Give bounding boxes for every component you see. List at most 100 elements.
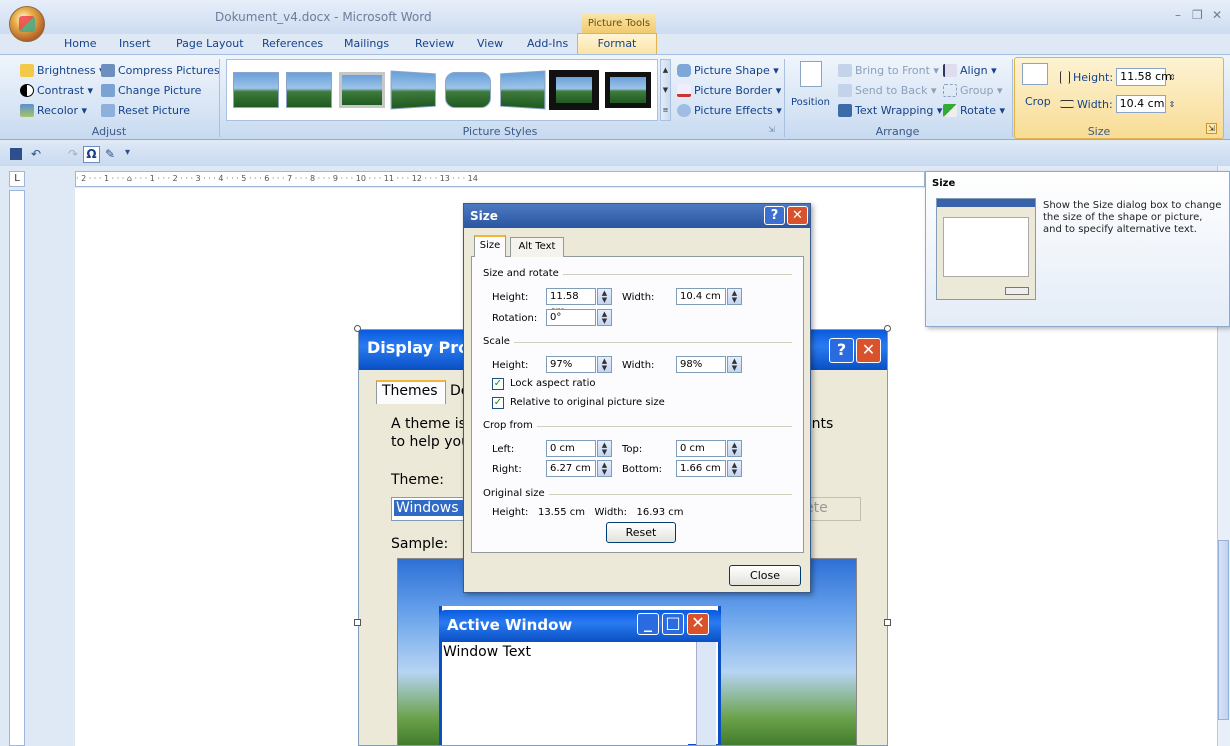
scale-width-label: Width:	[622, 360, 655, 371]
reset-picture-button[interactable]: Reset Picture	[101, 104, 190, 117]
picture-effects-button[interactable]: Picture Effects ▾	[677, 104, 782, 117]
picture-border-button[interactable]: Picture Border ▾	[677, 84, 781, 97]
crop-bottom-input[interactable]: 1.66 cm	[676, 460, 726, 477]
restore-button[interactable]: ❐	[1192, 8, 1203, 22]
height-input[interactable]: 11.58 cm	[546, 288, 596, 317]
crop-left-spin-icon[interactable]: ▲ ▼	[597, 440, 612, 457]
picture-style-1[interactable]	[233, 72, 279, 108]
relative-size-checkbox[interactable]: ✓	[492, 397, 504, 409]
resize-handle-tl[interactable]	[354, 325, 361, 332]
picture-active-window-titlebar: Active Window _ □ ✕	[439, 610, 721, 642]
tab-view[interactable]: View	[477, 37, 503, 50]
bring-to-front-button[interactable]: Bring to Front ▾	[838, 64, 939, 77]
rotate-button[interactable]: Rotate ▾	[943, 104, 1005, 117]
shape-width-input[interactable]: 10.4 cm	[1115, 95, 1166, 113]
picture-close-icon: ✕	[856, 338, 881, 363]
scale-width-input[interactable]: 98%	[676, 356, 726, 373]
redo-icon[interactable]: ↷	[68, 147, 78, 161]
symbol-omega-icon[interactable]: Ω	[83, 146, 100, 163]
tab-review[interactable]: Review	[415, 37, 454, 50]
width-spinner-icon[interactable]: ⇕	[1169, 100, 1176, 109]
reset-button[interactable]: Reset	[606, 522, 676, 543]
tab-page-layout[interactable]: Page Layout	[176, 37, 244, 50]
height-spin-icon[interactable]: ▲ ▼	[597, 288, 612, 305]
text-wrapping-button[interactable]: Text Wrapping ▾	[838, 104, 942, 117]
save-icon[interactable]	[10, 148, 22, 160]
crop-top-input[interactable]: 0 cm	[676, 440, 726, 457]
change-picture-icon	[101, 84, 115, 97]
tab-add-ins[interactable]: Add-Ins	[527, 37, 568, 50]
undo-icon[interactable]: ↶	[31, 147, 41, 161]
picture-style-3[interactable]	[339, 72, 385, 108]
picture-style-4[interactable]	[390, 70, 436, 110]
dialog-close-x-button[interactable]: ✕	[787, 206, 808, 225]
crop-right-label: Right:	[492, 464, 522, 475]
position-button[interactable]: Position	[791, 97, 830, 108]
vertical-ruler[interactable]	[9, 190, 25, 746]
scale-height-spin-icon[interactable]: ▲ ▼	[597, 356, 612, 373]
lock-aspect-checkbox[interactable]: ✓	[492, 378, 504, 390]
picture-shape-button[interactable]: Picture Shape ▾	[677, 64, 779, 77]
crop-right-input[interactable]: 6.27 cm	[546, 460, 596, 477]
align-button[interactable]: Align ▾	[943, 64, 997, 77]
tab-size[interactable]: Size	[474, 235, 506, 257]
shape-height-input[interactable]: 11.58 cm	[1116, 68, 1172, 86]
shape-width-control: Width: 10.4 cm ⇕	[1060, 95, 1175, 113]
group-line	[548, 494, 792, 495]
scale-height-input[interactable]: 97%	[546, 356, 596, 373]
height-spinner-icon[interactable]: ⇕	[1169, 73, 1176, 82]
brightness-button[interactable]: Brightness ▾	[20, 64, 105, 77]
horizontal-ruler[interactable]: · 2 · · · 1 · · · ⌂ · · · 1 · · · 2 · · …	[75, 171, 925, 187]
gallery-scroll[interactable]: ▲ ▼ ≡	[660, 59, 671, 121]
tab-home[interactable]: Home	[64, 37, 96, 50]
format-painter-icon[interactable]: ✎	[105, 147, 115, 161]
close-button[interactable]: Close	[729, 565, 801, 586]
crop-top-spin-icon[interactable]: ▲ ▼	[727, 440, 742, 457]
crop-button[interactable]: Crop	[1025, 95, 1051, 108]
crop-right-spin-icon[interactable]: ▲ ▼	[597, 460, 612, 477]
rotation-input[interactable]: 0°	[546, 309, 596, 326]
crop-bottom-spin-icon[interactable]: ▲ ▼	[727, 460, 742, 477]
contrast-button[interactable]: Contrast ▾	[20, 84, 93, 97]
relative-size-label: Relative to original picture size	[510, 397, 665, 408]
picture-style-2[interactable]	[286, 72, 332, 108]
picture-style-7[interactable]	[549, 70, 599, 110]
help-button[interactable]: ?	[764, 206, 785, 225]
width-input[interactable]: 10.4 cm	[676, 288, 726, 305]
customize-qat-icon[interactable]: ▾	[125, 147, 130, 158]
recolor-button[interactable]: Recolor ▾	[20, 104, 87, 117]
picture-style-6[interactable]	[500, 70, 546, 110]
tab-insert[interactable]: Insert	[119, 37, 151, 50]
office-button[interactable]	[9, 6, 45, 42]
width-icon	[1060, 100, 1074, 108]
tab-selector[interactable]: L	[9, 171, 25, 187]
rotation-spin-icon[interactable]: ▲ ▼	[597, 309, 612, 326]
scale-width-spin-icon[interactable]: ▲ ▼	[727, 356, 742, 373]
scrollbar-thumb[interactable]	[1218, 540, 1229, 720]
crop-icon	[1022, 63, 1048, 85]
group-button[interactable]: Group ▾	[943, 84, 1003, 97]
compress-pictures-button[interactable]: Compress Pictures	[101, 64, 220, 77]
document-title: Dokument_v4.docx - Microsoft Word	[215, 10, 432, 24]
send-to-back-button[interactable]: Send to Back ▾	[838, 84, 936, 97]
resize-handle-ml[interactable]	[354, 619, 361, 626]
resize-handle-mr[interactable]	[884, 619, 891, 626]
picture-style-8[interactable]	[605, 72, 651, 108]
tab-mailings[interactable]: Mailings	[344, 37, 389, 50]
text-wrapping-icon	[838, 104, 852, 117]
tab-alt-text[interactable]: Alt Text	[510, 237, 564, 257]
tooltip-title: Size	[932, 178, 956, 189]
tab-format[interactable]: Format	[577, 33, 657, 55]
change-picture-button[interactable]: Change Picture	[101, 84, 201, 97]
width-spin-icon[interactable]: ▲ ▼	[727, 288, 742, 305]
picture-style-5[interactable]	[445, 72, 491, 108]
bring-front-icon	[838, 64, 852, 77]
tab-references[interactable]: References	[262, 37, 323, 50]
close-window-button[interactable]: ✕	[1212, 8, 1222, 22]
crop-left-input[interactable]: 0 cm	[546, 440, 596, 457]
size-dialog-launcher-icon[interactable]: ⇲	[1206, 123, 1217, 134]
resize-handle-tr[interactable]	[884, 325, 891, 332]
group-line	[512, 342, 792, 343]
styles-dialog-launcher-icon[interactable]: ⇲	[768, 125, 775, 134]
minimize-button[interactable]: –	[1175, 8, 1181, 22]
